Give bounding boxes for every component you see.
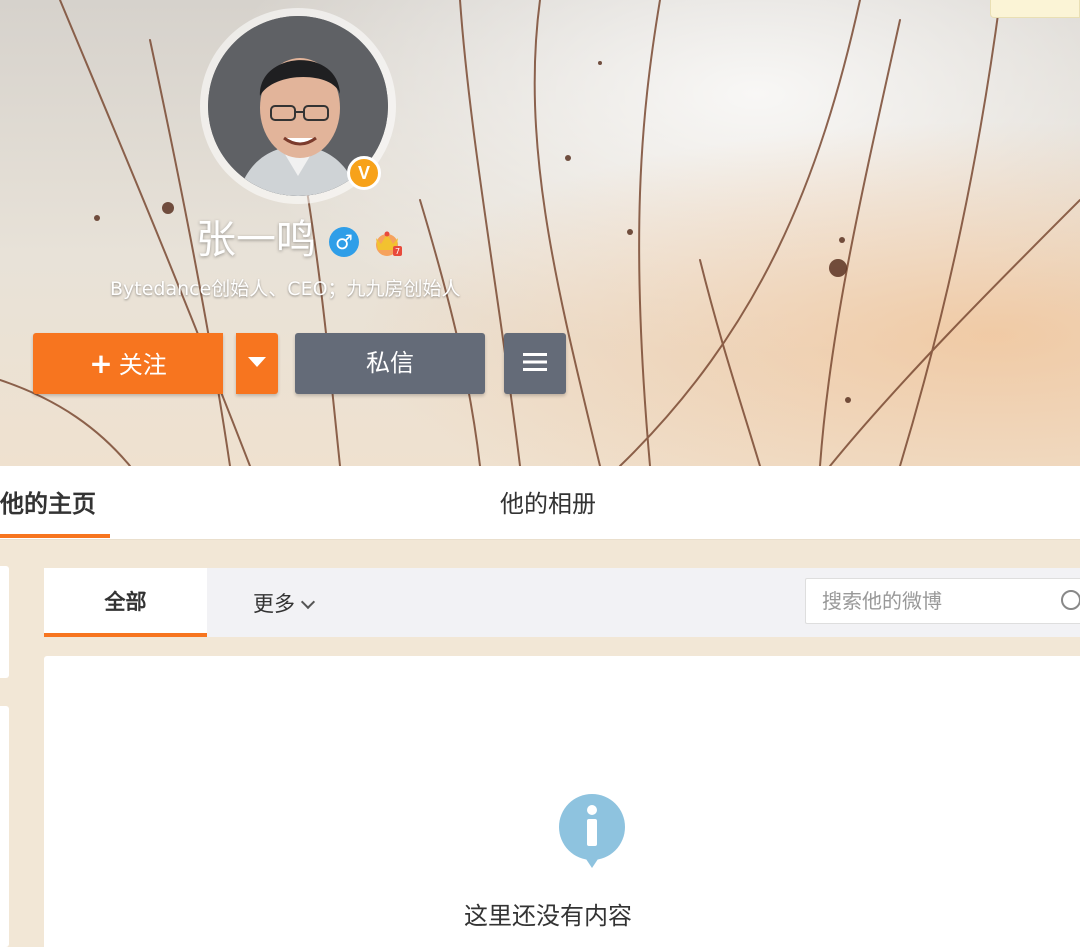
active-tab-indicator [0,534,110,538]
filter-tab-all[interactable]: 全部 [44,568,207,637]
male-gender-icon: ♂ [329,227,359,257]
follow-label: 关注 [118,351,167,379]
member-crown-icon[interactable]: 7 [371,228,403,258]
profile-cover [0,0,1080,466]
filter-more-label: 更多 [253,592,295,616]
feed-search-box [805,578,1080,624]
profile-bio: Bytedance创始人、CEO；九九房创始人 [110,278,461,300]
search-icon[interactable] [1061,590,1080,610]
left-sidebar-card [0,566,9,678]
follow-button[interactable]: + 关注 [33,333,223,394]
profile-name: 张一鸣 [196,217,316,263]
top-notification-tab[interactable] [990,0,1080,18]
follow-dropdown-button[interactable] [236,333,278,394]
profile-tab-bar: 他的主页 他的相册 [0,466,1080,540]
filter-more-dropdown[interactable]: 更多 [253,568,316,637]
chevron-down-icon [300,594,316,610]
info-icon [559,794,625,868]
empty-state-message: 这里还没有内容 [464,902,632,930]
caret-down-icon [248,357,266,367]
tab-album[interactable]: 他的相册 [500,484,596,519]
svg-text:7: 7 [395,247,400,256]
search-input[interactable] [806,579,1036,623]
tab-home[interactable]: 他的主页 [0,484,96,519]
feed-content-card: 这里还没有内容 [44,656,1080,947]
cover-grass-illustration [0,0,1080,466]
hamburger-menu-icon [523,353,547,371]
plus-icon: + [89,347,113,380]
message-button[interactable]: 私信 [295,333,485,394]
verified-badge-icon: V [347,156,381,190]
more-menu-button[interactable] [504,333,566,394]
